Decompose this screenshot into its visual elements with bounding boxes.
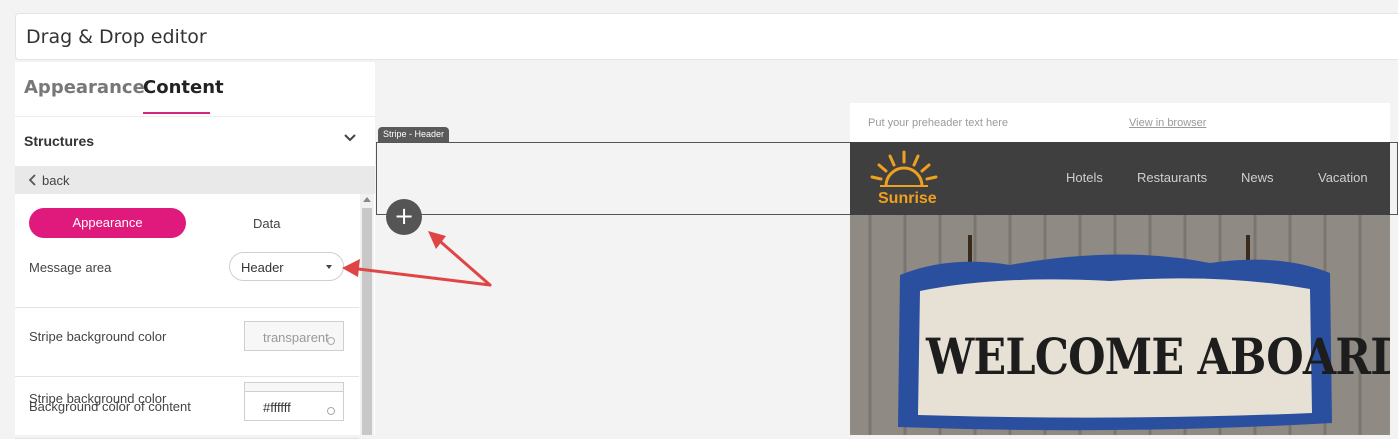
stripe-bg-label: Stripe background color [29, 329, 167, 344]
color-picker-icon[interactable] [327, 407, 335, 415]
stripe-bg-value: transparent [263, 330, 329, 345]
back-button[interactable]: back [15, 166, 375, 194]
structures-label: Structures [24, 133, 95, 149]
divider [15, 376, 359, 377]
hero-image[interactable]: WELCOME ABOARD [850, 215, 1390, 435]
divider [15, 307, 359, 308]
color-picker-icon[interactable] [327, 337, 335, 345]
window-title: Drag & Drop editor [26, 26, 207, 48]
nav-item-news[interactable]: News [1241, 170, 1274, 185]
back-label: back [42, 173, 70, 188]
chevron-left-icon [28, 174, 36, 186]
nav-item-hotels[interactable]: Hotels [1066, 170, 1103, 185]
nav-item-restaurants[interactable]: Restaurants [1137, 170, 1207, 185]
panel-scrollbar[interactable] [360, 194, 374, 435]
structures-header[interactable]: Structures [15, 116, 375, 167]
active-tab-indicator [143, 112, 210, 114]
scroll-up-icon[interactable] [363, 197, 371, 202]
left-panel: Appearance Content Structures back Appea… [15, 62, 375, 439]
message-area-label: Message area [29, 260, 112, 275]
content-bg-label: Background color of content [29, 399, 191, 414]
editor-canvas: Stripe - Header Put your preheader text … [375, 62, 1398, 435]
nav-item-vacation[interactable]: Vacation [1318, 170, 1368, 185]
welcome-sign-image [850, 215, 1390, 435]
add-structure-button[interactable]: + [386, 199, 422, 235]
logo-text: Sunrise [878, 190, 937, 207]
content-bg-value: #ffffff [263, 400, 291, 415]
tab-appearance[interactable]: Appearance [24, 77, 145, 98]
stripe-bg-color-input[interactable]: transparent [244, 321, 344, 351]
subtab-appearance[interactable]: Appearance [29, 208, 186, 238]
caret-down-icon [326, 265, 332, 269]
subtab-data[interactable]: Data [253, 216, 280, 231]
preheader[interactable]: Put your preheader text here View in bro… [850, 103, 1390, 142]
email-header[interactable]: Sunrise Hotels Restaurants News Vacation [850, 142, 1390, 215]
view-in-browser-link[interactable]: View in browser [1129, 117, 1206, 129]
chevron-down-icon[interactable] [343, 131, 357, 145]
title-bar: Drag & Drop editor [15, 13, 1398, 60]
panel-tabs: Appearance Content [15, 62, 375, 116]
scrollbar-thumb[interactable] [362, 208, 372, 435]
preheader-text[interactable]: Put your preheader text here [868, 117, 1008, 129]
stripe-tag[interactable]: Stripe - Header [378, 127, 450, 142]
message-area-select[interactable]: Header [229, 252, 344, 281]
message-area-value: Header [241, 260, 284, 275]
tab-content[interactable]: Content [143, 77, 224, 98]
content-bg-color-input[interactable]: #ffffff [244, 391, 344, 421]
hero-text: WELCOME ABOARD [926, 327, 1390, 386]
